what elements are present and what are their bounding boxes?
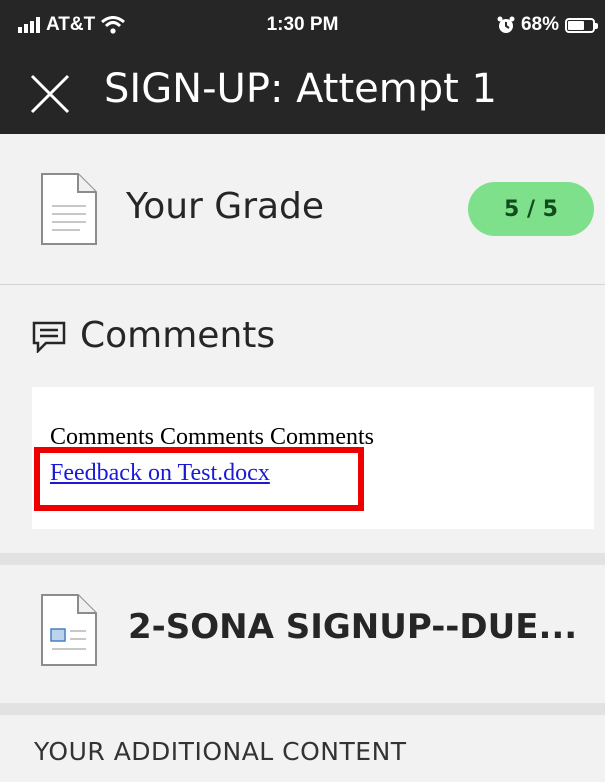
- page-title: SIGN-UP: Attempt 1: [104, 66, 497, 112]
- additional-content-section: YOUR ADDITIONAL CONTENT: [0, 715, 605, 782]
- grade-badge[interactable]: 5 / 5: [468, 182, 594, 236]
- app-header: SIGN-UP: Attempt 1: [0, 52, 605, 134]
- comment-icon: [32, 321, 66, 353]
- battery-percent: 68%: [520, 14, 559, 35]
- feedback-file-link[interactable]: Feedback on Test.docx: [50, 460, 270, 487]
- status-bar: AT&T 1:30 PM 68%: [0, 0, 605, 52]
- attachment-name: 2-SONA SIGNUP--DUE...: [128, 607, 578, 647]
- additional-content-label: YOUR ADDITIONAL CONTENT: [34, 737, 407, 766]
- attachment-row[interactable]: 2-SONA SIGNUP--DUE...: [0, 565, 605, 703]
- close-button[interactable]: [28, 72, 72, 116]
- battery-fill: [568, 20, 584, 30]
- grade-label: Your Grade: [126, 186, 325, 227]
- grade-row: Your Grade 5 / 5: [0, 134, 605, 285]
- close-icon: [30, 74, 70, 114]
- alarm-icon: [497, 16, 515, 33]
- comments-heading: Comments: [80, 315, 276, 356]
- comment-box: Comments Comments Comments Feedback on T…: [32, 387, 594, 529]
- section-divider-2: [0, 703, 605, 715]
- battery-icon: [565, 17, 598, 33]
- comment-text: Comments Comments Comments: [50, 424, 375, 450]
- document-image-icon: [41, 594, 97, 666]
- comments-section: Comments Comments Comments Comments Feed…: [0, 285, 605, 553]
- section-divider: [0, 553, 605, 565]
- document-icon: [41, 173, 97, 245]
- status-right: 68%: [497, 14, 598, 36]
